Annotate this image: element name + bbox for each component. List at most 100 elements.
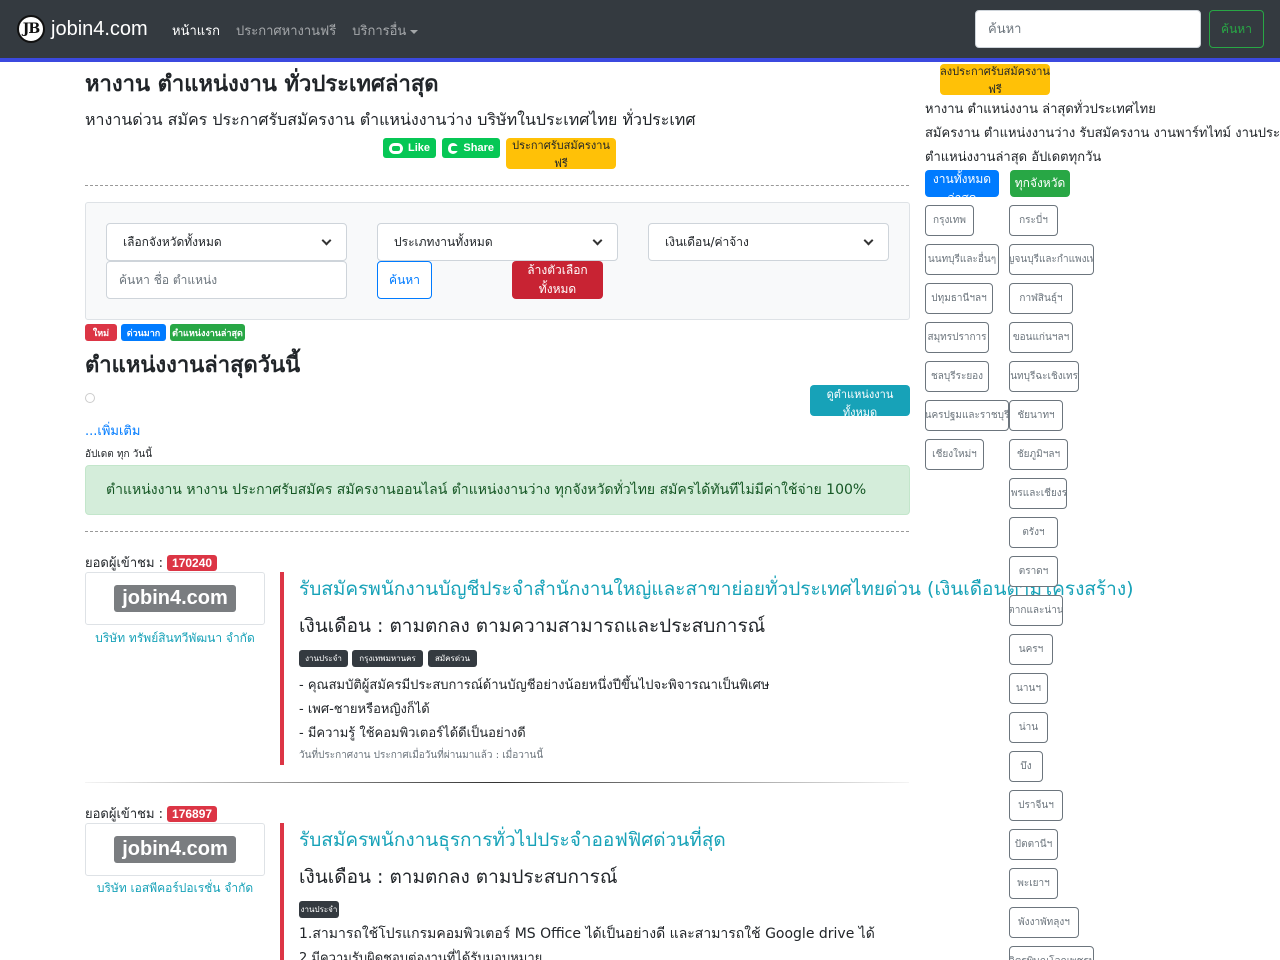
filter-search-button[interactable]: ค้นหา bbox=[377, 261, 432, 299]
sidebar-chip-left-1[interactable]: นนทบุรีและอื่นๆ bbox=[925, 244, 999, 275]
divider bbox=[85, 782, 909, 783]
line-share-label: Share bbox=[463, 142, 494, 154]
view-count-label: ยอดผู้เข้าชม : bbox=[85, 807, 164, 822]
navbar: JB jobin4.com หน้าแรก ประกาศหางานฟรี บริ… bbox=[0, 0, 1280, 58]
job-salary: เงินเดือน : ตามตกลง ตามความสามารถและประส… bbox=[299, 615, 766, 637]
company-logo[interactable]: jobin4.com bbox=[85, 572, 265, 625]
sidebar-chip-right-16[interactable]: ปัตตานีฯ bbox=[1009, 829, 1058, 860]
nav-links: หน้าแรก ประกาศหางานฟรี บริการอื่น bbox=[172, 20, 419, 41]
divider bbox=[85, 531, 909, 532]
sidebar-text: ตำแหน่งงานล่าสุด อัปเดตทุกวัน bbox=[925, 150, 1102, 165]
page-subtitle: หางานด่วน สมัคร ประกาศรับสมัครงาน ตำแหน่… bbox=[85, 110, 696, 129]
job-requirement: - คุณสมบัติผู้สมัครมีประสบการณ์ด้านบัญชี… bbox=[299, 678, 770, 693]
company-link[interactable]: บริษัท ทรัพย์สินทวีพัฒนา จำกัด bbox=[85, 629, 265, 648]
sidebar-chip-left-2[interactable]: ปทุมธานีฯลฯ bbox=[925, 283, 993, 314]
nav-link-post-job[interactable]: ประกาศหางานฟรี bbox=[236, 20, 336, 41]
sidebar-chip-right-12[interactable]: นานฯ bbox=[1009, 673, 1048, 704]
chevron-down-icon bbox=[410, 29, 419, 34]
sidebar-chip-right-4[interactable]: จันทบุรีฉะเชิงเทรา bbox=[1009, 361, 1079, 392]
badge-urgent[interactable]: ด่วนมาก bbox=[121, 324, 166, 341]
chevron-down-icon bbox=[592, 235, 603, 245]
job-type-select[interactable]: ประเภทงานทั้งหมด bbox=[377, 223, 618, 261]
sidebar-chip-right-2[interactable]: กาฬสินธุ์ฯ bbox=[1009, 283, 1073, 314]
company-logo[interactable]: jobin4.com bbox=[85, 823, 265, 876]
sidebar-chip-right-0[interactable]: กระบี่ฯ bbox=[1009, 205, 1058, 236]
chevron-down-icon bbox=[863, 235, 874, 245]
sidebar-chip-right-18[interactable]: พังงาพัทลุงฯ bbox=[1009, 907, 1079, 938]
sidebar-post-job-button[interactable]: ลงประกาศรับสมัครงานฟรี bbox=[940, 64, 1050, 96]
job-tag[interactable]: งานประจำ bbox=[299, 901, 339, 918]
sidebar-chip-left-0[interactable]: กรุงเทพ bbox=[925, 205, 974, 236]
province-select[interactable]: เลือกจังหวัดทั้งหมด bbox=[106, 223, 347, 261]
job-tag[interactable]: กรุงเทพมหานคร bbox=[352, 650, 423, 667]
sidebar-chip-right-10[interactable]: ตากและน่าน bbox=[1009, 595, 1063, 626]
sidebar-chip-right-8[interactable]: ตรังฯ bbox=[1009, 517, 1058, 548]
job-requirement: 1.สามารถใช้โปรแกรมคอมพิวเตอร์ MS Office … bbox=[299, 926, 875, 942]
line-share-button[interactable]: Share bbox=[442, 138, 500, 158]
sidebar-text: หางาน ตำแหน่งงาน ล่าสุดทั่วประเทศไทย bbox=[925, 102, 1156, 117]
nav-link-services[interactable]: บริการอื่น bbox=[352, 20, 419, 41]
company-logo-text: jobin4.com bbox=[114, 836, 236, 863]
sidebar-chip-right-7[interactable]: ชุมพรและเชียงราย bbox=[1009, 478, 1067, 509]
badge-new[interactable]: ใหม่ bbox=[85, 324, 117, 341]
company-logo-text: jobin4.com bbox=[114, 585, 236, 612]
sidebar-text: สมัครงาน ตำแหน่งงานว่าง รับสมัครงาน งานพ… bbox=[925, 126, 1280, 141]
sidebar-chip-right-5[interactable]: ชัยนาทฯ bbox=[1009, 400, 1063, 431]
divider bbox=[85, 185, 909, 186]
more-link[interactable]: ...เพิ่มเติม bbox=[85, 420, 140, 441]
search-button[interactable]: ค้นหา bbox=[1209, 10, 1264, 48]
view-count: ยอดผู้เข้าชม :176897 bbox=[85, 803, 218, 824]
view-all-jobs-button[interactable]: ดูตำแหน่งงานทั้งหมด bbox=[810, 385, 910, 419]
nav-link-services-label: บริการอื่น bbox=[352, 24, 407, 39]
keyword-input[interactable] bbox=[106, 261, 347, 299]
card-accent-bar bbox=[280, 572, 284, 765]
reset-filters-button[interactable]: ล้างตัวเลือกทั้งหมด bbox=[512, 261, 603, 299]
badge-latest[interactable]: ตำแหน่งงานล่าสุด bbox=[170, 324, 245, 341]
company-link[interactable]: บริษัท เอสพีคอร์ปอเรชั่น จำกัด bbox=[85, 879, 265, 898]
salary-select-value: เงินเดือน/ค่าจ้าง bbox=[665, 234, 749, 249]
line-icon bbox=[389, 142, 403, 154]
salary-select[interactable]: เงินเดือน/ค่าจ้าง bbox=[648, 223, 889, 261]
line-like-label: Like bbox=[407, 142, 430, 154]
job-tag[interactable]: งานประจำ bbox=[299, 650, 348, 667]
line-like-button[interactable]: Like bbox=[383, 138, 436, 158]
job-posted-date: วันที่ประกาศงาน ประกาศเมื่อวันที่ผ่านมาแ… bbox=[299, 750, 544, 761]
job-requirement: 2.มีความรับผิดชอบต่องานที่ได้รับมอบหมาย bbox=[299, 951, 543, 960]
sidebar-chip-right-13[interactable]: น่าน bbox=[1009, 712, 1048, 743]
view-count-badge: 170240 bbox=[167, 554, 218, 571]
post-job-button[interactable]: ประกาศรับสมัครงานฟรี bbox=[506, 138, 616, 170]
province-select-value: เลือกจังหวัดทั้งหมด bbox=[123, 234, 222, 249]
line-icon bbox=[448, 142, 460, 154]
sidebar-chip-right-15[interactable]: ปราจีนฯ bbox=[1009, 790, 1063, 821]
sidebar-chip-right-17[interactable]: พะเยาฯ bbox=[1009, 868, 1058, 899]
update-note: อัปเดต ทุก วันนี้ bbox=[85, 449, 153, 460]
job-tag[interactable]: สมัครด่วน bbox=[428, 650, 477, 667]
job-type-select-value: ประเภทงานทั้งหมด bbox=[394, 234, 493, 249]
sidebar-chip-right-11[interactable]: นครฯ bbox=[1009, 634, 1053, 665]
brand[interactable]: JB jobin4.com bbox=[17, 15, 148, 43]
brand-name: jobin4.com bbox=[51, 17, 148, 40]
nav-link-home[interactable]: หน้าแรก bbox=[172, 20, 220, 41]
sidebar-chip-left-3[interactable]: สมุทรปราการ bbox=[925, 322, 989, 353]
card-accent-bar bbox=[280, 823, 284, 960]
chevron-down-icon bbox=[321, 235, 332, 245]
sidebar-chip-left-6[interactable]: เชียงใหม่ฯ bbox=[925, 439, 984, 470]
job-requirement: - มีความรู้ ใช้คอมพิวเตอร์ได้ดีเป็นอย่าง… bbox=[299, 726, 526, 741]
search-input[interactable] bbox=[975, 10, 1201, 48]
sidebar-chip-left-5[interactable]: นครปฐมและราชบุรี bbox=[925, 400, 1009, 431]
radio-icon[interactable] bbox=[85, 393, 95, 403]
view-count-badge: 176897 bbox=[167, 805, 218, 822]
sidebar-chip-right-19[interactable]: พิจิตรพิษณุโลกเพชรบุรี bbox=[1009, 946, 1094, 960]
sidebar-all-jobs-button[interactable]: งานทั้งหมดล่าสุด bbox=[925, 170, 999, 205]
sidebar-chip-left-4[interactable]: ชลบุรีระยอง bbox=[925, 361, 989, 392]
page-title: หางาน ตำแหน่งงาน ทั่วประเทศล่าสุด bbox=[85, 72, 439, 97]
sidebar-chip-right-6[interactable]: ชัยภูมิฯลฯ bbox=[1009, 439, 1068, 470]
sidebar-chip-right-14[interactable]: บึง bbox=[1009, 751, 1043, 782]
sidebar-all-provinces-button[interactable]: ทุกจังหวัด bbox=[1010, 170, 1070, 197]
job-requirement: - เพศ-ชายหรือหญิงก็ได้ bbox=[299, 702, 430, 717]
view-count-label: ยอดผู้เข้าชม : bbox=[85, 556, 164, 571]
sidebar-chip-right-3[interactable]: ขอนแก่นฯลฯ bbox=[1009, 322, 1073, 353]
sidebar-chip-right-9[interactable]: ตราดฯ bbox=[1009, 556, 1058, 587]
sidebar-chip-right-1[interactable]: กาญจนบุรีและกำแพงเพชร bbox=[1009, 244, 1094, 275]
job-title-link[interactable]: รับสมัครพนักงานธุรการทั่วไปประจำออฟฟิศด่… bbox=[299, 825, 726, 855]
